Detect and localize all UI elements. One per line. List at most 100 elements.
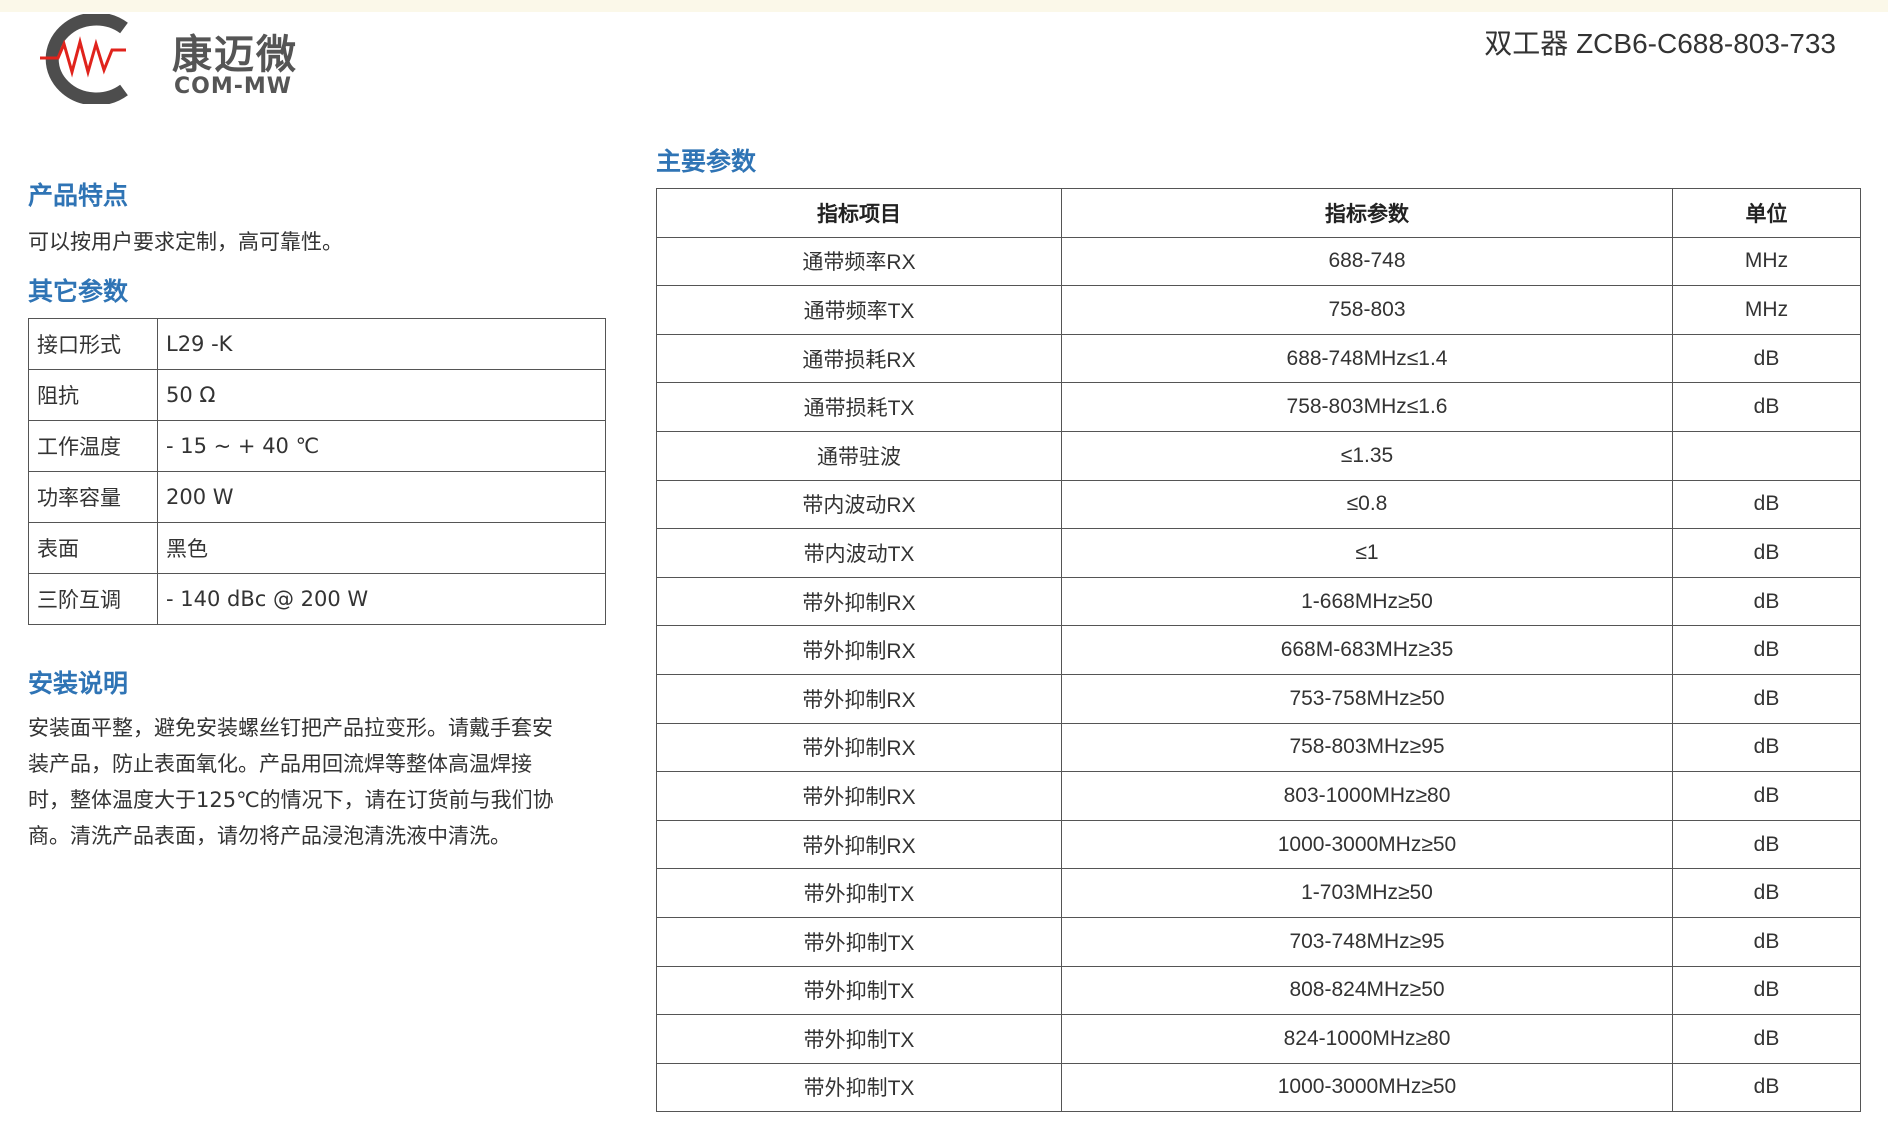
spec-value-cell: 753-758MHz≥50 <box>1061 673 1673 724</box>
param-value: - 15 ~ + 40 ℃ <box>157 420 606 472</box>
param-value: 黑色 <box>157 522 606 574</box>
spec-unit-cell: dB <box>1672 1014 1861 1064</box>
table-row: 通带频率TX 758-803 MHz <box>656 285 1861 335</box>
product-title: 双工器 ZCB6-C688-803-733 <box>1484 28 1836 59</box>
table-row: 带外抑制TX 1-703MHz≥50 dB <box>656 868 1861 918</box>
param-value: L29 -K <box>157 318 606 370</box>
main-params-title: 主要参数 <box>656 147 757 176</box>
spec-value-cell: 1-668MHz≥50 <box>1061 576 1673 627</box>
spec-item-cell: 通带损耗TX <box>656 382 1062 432</box>
param-key: 功率容量 <box>28 471 158 523</box>
spec-unit-cell: dB <box>1672 479 1861 530</box>
table-row: 带外抑制RX 668M-683MHz≥35 dB <box>656 625 1861 675</box>
param-key: 接口形式 <box>28 318 158 370</box>
table-row: 带外抑制RX 1-668MHz≥50 dB <box>656 576 1861 627</box>
table-row: 通带损耗RX 688-748MHz≤1.4 dB <box>656 333 1861 384</box>
spec-item-cell: 带外抑制RX <box>656 673 1062 724</box>
spec-item-cell: 带外抑制RX <box>656 771 1062 821</box>
spec-unit-cell: dB <box>1672 868 1861 918</box>
spec-value-cell: ≤1 <box>1061 528 1673 578</box>
company-logo: 康迈微 COM-MW <box>28 14 328 106</box>
param-value: - 140 dBc @ 200 W <box>157 573 606 625</box>
other-params-title: 其它参数 <box>28 277 129 306</box>
table-row: 带外抑制TX 808-824MHz≥50 dB <box>656 965 1861 1016</box>
param-key: 表面 <box>28 522 158 574</box>
spec-item-cell: 带外抑制TX <box>656 868 1062 918</box>
spec-value-cell: 758-803 <box>1061 285 1673 335</box>
spec-unit-cell: dB <box>1672 382 1861 432</box>
header-cell-unit: 单位 <box>1672 188 1861 238</box>
install-line: 装产品，防止表面氧化。产品用回流焊等整体高温焊接 <box>28 752 532 776</box>
table-row: 带内波动TX ≤1 dB <box>656 528 1861 578</box>
install-line: 安装面平整，避免安装螺丝钉把产品拉变形。请戴手套安 <box>28 716 553 740</box>
table-row: 带内波动RX ≤0.8 dB <box>656 479 1861 530</box>
spec-unit-cell: dB <box>1672 965 1861 1016</box>
brand-name-cn: 康迈微 <box>172 32 298 78</box>
param-key: 三阶互调 <box>28 573 158 625</box>
spec-item-cell: 带外抑制RX <box>656 625 1062 675</box>
table-row: 工作温度 - 15 ~ + 40 ℃ <box>28 420 606 472</box>
spec-item-cell: 带外抑制RX <box>656 819 1062 870</box>
spec-unit-cell: MHz <box>1672 285 1861 335</box>
install-line: 时，整体温度大于125℃的情况下，请在订货前与我们协 <box>28 788 554 812</box>
spec-value-cell: 1-703MHz≥50 <box>1061 868 1673 918</box>
table-row: 接口形式 L29 -K <box>28 318 606 370</box>
param-value: 50 Ω <box>157 369 606 421</box>
spec-unit-cell: dB <box>1672 722 1861 773</box>
main-params-table: 指标项目 指标参数 单位 通带频率RX 688-748 MHz 通带频率TX 758-8… <box>656 188 1861 1113</box>
table-row: 带外抑制RX 758-803MHz≥95 dB <box>656 722 1861 773</box>
spec-value-cell: 758-803MHz≤1.6 <box>1061 382 1673 432</box>
spec-unit-cell: dB <box>1672 576 1861 627</box>
spec-value-cell: 688-748 <box>1061 236 1673 287</box>
table-row: 阻抗 50 Ω <box>28 369 606 421</box>
table-row: 通带驻波 ≤1.35 <box>656 430 1861 481</box>
table-row: 通带频率RX 688-748 MHz <box>656 236 1861 287</box>
features-title: 产品特点 <box>28 181 129 210</box>
features-text: 可以按用户要求定制，高可靠性。 <box>28 230 343 254</box>
spec-item-cell: 通带驻波 <box>656 430 1062 481</box>
spec-value-cell: 688-748MHz≤1.4 <box>1061 333 1673 384</box>
header-cell-param: 指标参数 <box>1061 188 1673 238</box>
spec-item-cell: 带外抑制RX <box>656 722 1062 773</box>
table-row: 带外抑制TX 703-748MHz≥95 dB <box>656 916 1861 967</box>
table-row: 带外抑制RX 753-758MHz≥50 dB <box>656 673 1861 724</box>
spec-item-cell: 通带损耗RX <box>656 333 1062 384</box>
spec-item-cell: 带内波动TX <box>656 528 1062 578</box>
spec-item-cell: 通带频率TX <box>656 285 1062 335</box>
spec-unit-cell: dB <box>1672 625 1861 675</box>
spec-value-cell: 703-748MHz≥95 <box>1061 916 1673 967</box>
spec-value-cell: 808-824MHz≥50 <box>1061 965 1673 1016</box>
table-row: 带外抑制RX 803-1000MHz≥80 dB <box>656 771 1861 821</box>
spec-unit-cell <box>1672 430 1861 481</box>
spec-unit-cell: dB <box>1672 528 1861 578</box>
table-row: 带外抑制TX 1000-3000MHz≥50 dB <box>656 1062 1861 1113</box>
spec-value-cell: 824-1000MHz≥80 <box>1061 1014 1673 1064</box>
spec-value-cell: 668M-683MHz≥35 <box>1061 625 1673 675</box>
brand-name-en: COM-MW <box>174 74 293 99</box>
table-header-row: 指标项目 指标参数 单位 <box>656 188 1861 238</box>
table-row: 带外抑制TX 824-1000MHz≥80 dB <box>656 1014 1861 1064</box>
spec-unit-cell: dB <box>1672 916 1861 967</box>
spec-unit-cell: dB <box>1672 333 1861 384</box>
top-strip <box>0 0 1888 12</box>
install-text: 安装面平整，避免安装螺丝钉把产品拉变形。请戴手套安 装产品，防止表面氧化。产品用… <box>28 710 628 854</box>
spec-unit-cell: dB <box>1672 819 1861 870</box>
header-cell-item: 指标项目 <box>656 188 1062 238</box>
table-row: 通带损耗TX 758-803MHz≤1.6 dB <box>656 382 1861 432</box>
spec-unit-cell: MHz <box>1672 236 1861 287</box>
install-title: 安装说明 <box>28 669 129 698</box>
spec-item-cell: 带外抑制TX <box>656 965 1062 1016</box>
spec-unit-cell: dB <box>1672 771 1861 821</box>
spec-unit-cell: dB <box>1672 673 1861 724</box>
spec-item-cell: 带内波动RX <box>656 479 1062 530</box>
param-key: 阻抗 <box>28 369 158 421</box>
table-row: 功率容量 200 W <box>28 471 606 523</box>
spec-item-cell: 带外抑制RX <box>656 576 1062 627</box>
spec-item-cell: 带外抑制TX <box>656 916 1062 967</box>
spec-value-cell: 758-803MHz≥95 <box>1061 722 1673 773</box>
install-line: 商。清洗产品表面，请勿将产品浸泡清洗液中清洗。 <box>28 824 511 848</box>
table-row: 三阶互调 - 140 dBc @ 200 W <box>28 573 606 625</box>
spec-item-cell: 带外抑制TX <box>656 1062 1062 1113</box>
spec-value-cell: ≤1.35 <box>1061 430 1673 481</box>
spec-item-cell: 带外抑制TX <box>656 1014 1062 1064</box>
